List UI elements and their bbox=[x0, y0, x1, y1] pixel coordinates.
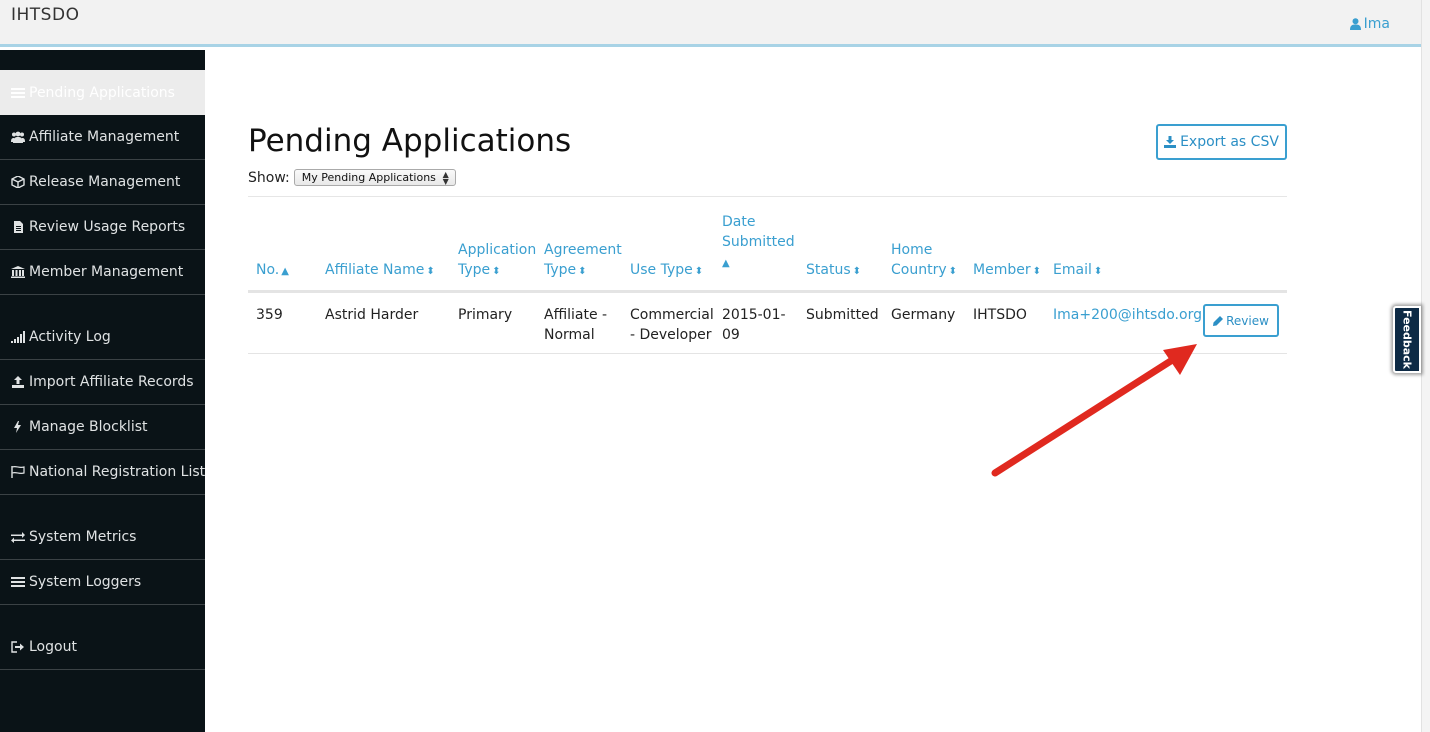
table-row: 359 Astrid Harder Primary Affiliate - Nor… bbox=[248, 296, 1287, 354]
column-header-affiliate-name[interactable]: Affiliate Name ⬍ bbox=[325, 260, 435, 282]
cell-use-type: Commercial - Developer bbox=[630, 307, 714, 343]
sidebar-item-member-management[interactable]: Member Management bbox=[0, 250, 205, 295]
page-title: Pending Applications bbox=[248, 123, 572, 159]
sign-out-icon bbox=[11, 641, 24, 653]
bolt-icon bbox=[14, 421, 21, 433]
sidebar-item-label: Affiliate Management bbox=[29, 129, 180, 145]
sidebar-item-label: System Loggers bbox=[29, 574, 142, 590]
show-select-value: My Pending Applications bbox=[301, 171, 436, 184]
sort-asc-icon: ▲ bbox=[722, 258, 730, 269]
cell-email-link[interactable]: Ima+200@ihtsdo.org bbox=[1053, 305, 1202, 325]
review-button[interactable]: Review bbox=[1203, 304, 1279, 337]
cell-agreement-type: Affiliate - Normal bbox=[544, 307, 608, 343]
table-header: No. ▲ Affiliate Name ⬍ Application Type ⬍ Ag… bbox=[248, 214, 1287, 293]
sidebar-item-label: System Metrics bbox=[29, 529, 137, 545]
sort-icon: ⬍ bbox=[492, 266, 501, 277]
exchange-icon bbox=[11, 532, 25, 543]
sort-icon: ⬍ bbox=[852, 266, 862, 277]
cell-application-type: Primary bbox=[458, 307, 513, 323]
page-scrollbar[interactable] bbox=[1421, 0, 1430, 732]
sidebar-item-activity-log[interactable]: Activity Log bbox=[0, 315, 205, 360]
sidebar-item-label: Logout bbox=[29, 639, 77, 655]
column-header-agreement-type[interactable]: Agreement Type ⬍ bbox=[544, 240, 622, 282]
annotation-arrow bbox=[991, 344, 1197, 477]
sidebar-item-label: Pending Applications bbox=[29, 84, 175, 101]
sidebar-item-label: Review Usage Reports bbox=[29, 219, 186, 235]
sidebar-item-logout[interactable]: Logout bbox=[0, 625, 205, 670]
show-select[interactable]: My Pending Applications ▲ ▼ bbox=[293, 169, 456, 186]
sort-icon: ⬍ bbox=[948, 266, 958, 277]
upload-icon bbox=[12, 376, 24, 388]
sidebar: Pending Applications Affiliate Managemen… bbox=[0, 50, 205, 732]
sidebar-item-label: National Registration List bbox=[29, 464, 206, 480]
flag-icon bbox=[11, 466, 25, 478]
list-icon bbox=[11, 87, 25, 98]
column-header-status[interactable]: Status ⬍ bbox=[806, 260, 861, 282]
cube-icon bbox=[11, 176, 25, 188]
column-header-no[interactable]: No. ▲ bbox=[256, 260, 289, 282]
cell-member: IHTSDO bbox=[973, 307, 1027, 323]
sort-icon: ⬍ bbox=[1032, 266, 1041, 277]
signal-icon bbox=[11, 331, 25, 343]
export-csv-label: Export as CSV bbox=[1180, 134, 1279, 150]
sort-icon: ⬍ bbox=[578, 266, 587, 277]
users-icon bbox=[11, 131, 25, 143]
export-csv-button[interactable]: Export as CSV bbox=[1156, 124, 1287, 160]
sidebar-item-national-registration-list[interactable]: National Registration List bbox=[0, 450, 205, 495]
column-header-use-type[interactable]: Use Type ⬍ bbox=[630, 260, 703, 282]
sort-icon: ▲ bbox=[281, 266, 289, 277]
sidebar-item-manage-blocklist[interactable]: Manage Blocklist bbox=[0, 405, 205, 450]
brand-logo[interactable]: IHTSDO bbox=[11, 5, 79, 25]
column-header-application-type[interactable]: Application Type ⬍ bbox=[458, 240, 536, 282]
sidebar-item-label: Release Management bbox=[29, 174, 181, 190]
sidebar-item-affiliate-management[interactable]: Affiliate Management bbox=[0, 115, 205, 160]
bank-icon bbox=[11, 266, 25, 278]
cell-affiliate-name: Astrid Harder bbox=[325, 307, 419, 323]
sort-icon: ⬍ bbox=[1093, 266, 1103, 277]
show-label: Show: bbox=[248, 169, 290, 186]
feedback-tab[interactable]: Feedback bbox=[1393, 306, 1421, 373]
sidebar-item-label: Manage Blocklist bbox=[29, 419, 148, 435]
feedback-label: Feedback bbox=[1400, 310, 1414, 369]
user-name: Ima bbox=[1363, 16, 1390, 32]
cell-home-country: Germany bbox=[891, 307, 956, 323]
column-header-date-submitted[interactable]: Date Submitted ▲ bbox=[722, 212, 795, 274]
bars-icon bbox=[11, 577, 25, 587]
sidebar-item-release-management[interactable]: Release Management bbox=[0, 160, 205, 205]
download-icon bbox=[1164, 136, 1177, 148]
column-header-email[interactable]: Email ⬍ bbox=[1053, 260, 1102, 282]
review-label: Review bbox=[1226, 313, 1269, 328]
sidebar-item-system-loggers[interactable]: System Loggers bbox=[0, 560, 205, 605]
sidebar-item-pending-applications[interactable]: Pending Applications bbox=[0, 70, 205, 115]
show-filter: Show: My Pending Applications ▲ ▼ bbox=[248, 169, 456, 186]
cell-status: Submitted bbox=[806, 307, 879, 323]
column-header-home-country[interactable]: Home Country ⬍ bbox=[891, 240, 957, 282]
sidebar-item-label: Member Management bbox=[29, 264, 184, 280]
sort-icon: ⬍ bbox=[694, 266, 704, 277]
user-menu[interactable]: Ima bbox=[1349, 16, 1390, 32]
column-header-member[interactable]: Member ⬍ bbox=[973, 260, 1041, 282]
user-icon bbox=[1349, 18, 1361, 30]
cell-no: 359 bbox=[256, 307, 283, 323]
sidebar-item-label: Import Affiliate Records bbox=[29, 374, 194, 390]
sort-icon: ⬍ bbox=[426, 266, 435, 277]
select-arrows-icon: ▲ ▼ bbox=[442, 170, 449, 186]
cell-date-submitted: 2015-01- 09 bbox=[722, 307, 786, 343]
sidebar-item-system-metrics[interactable]: System Metrics bbox=[0, 515, 205, 560]
pencil-icon bbox=[1213, 315, 1224, 326]
top-bar: IHTSDO Ima bbox=[0, 0, 1421, 47]
sidebar-item-label: Activity Log bbox=[29, 329, 111, 345]
divider bbox=[248, 196, 1287, 197]
sidebar-item-review-usage-reports[interactable]: Review Usage Reports bbox=[0, 205, 205, 250]
sidebar-item-import-affiliate-records[interactable]: Import Affiliate Records bbox=[0, 360, 205, 405]
file-text-icon bbox=[14, 221, 23, 233]
